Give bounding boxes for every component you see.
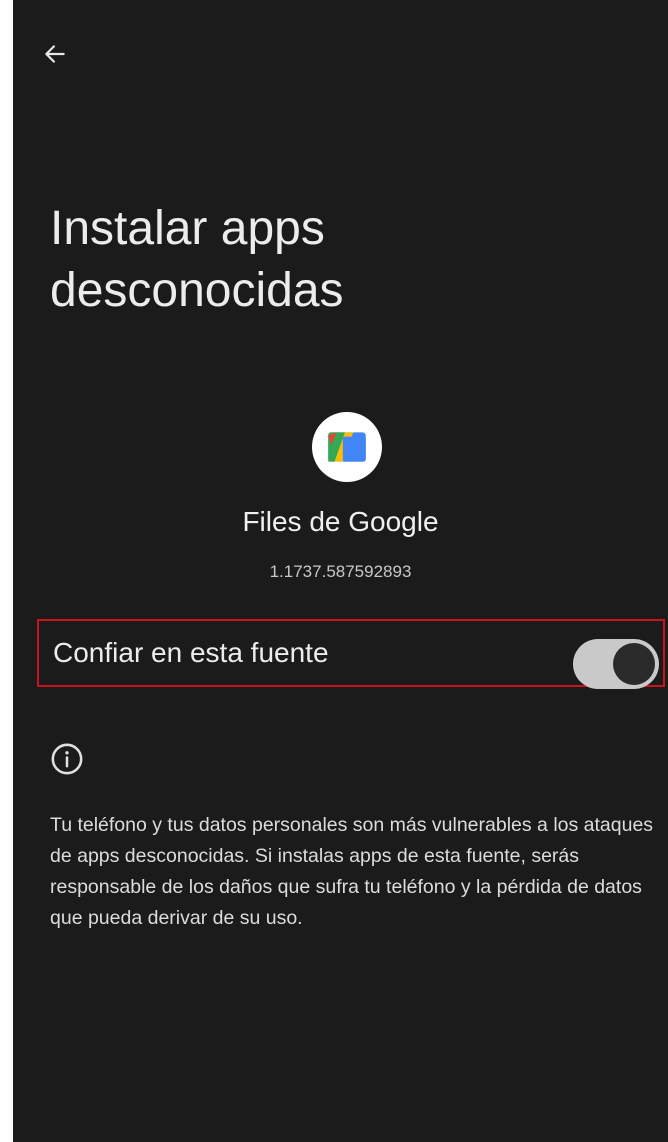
app-version: 1.1737.587592893 [269,562,412,581]
arrow-left-icon [45,45,65,63]
back-button[interactable] [35,34,75,74]
trust-source-label: Confiar en esta fuente [53,637,329,668]
toggle-knob [613,643,655,685]
trust-source-toggle[interactable] [573,639,659,689]
app-name: Files de Google [242,506,439,537]
info-icon [51,743,83,775]
settings-screen: Instalar apps desconocidas Files de Goog… [13,0,668,1142]
security-warning-text: Tu teléfono y tus datos personales son m… [50,814,654,929]
page-title: Instalar apps desconocidas [50,202,344,317]
files-by-google-icon [312,412,382,482]
trust-source-setting[interactable]: Confiar en esta fuente [37,619,665,689]
